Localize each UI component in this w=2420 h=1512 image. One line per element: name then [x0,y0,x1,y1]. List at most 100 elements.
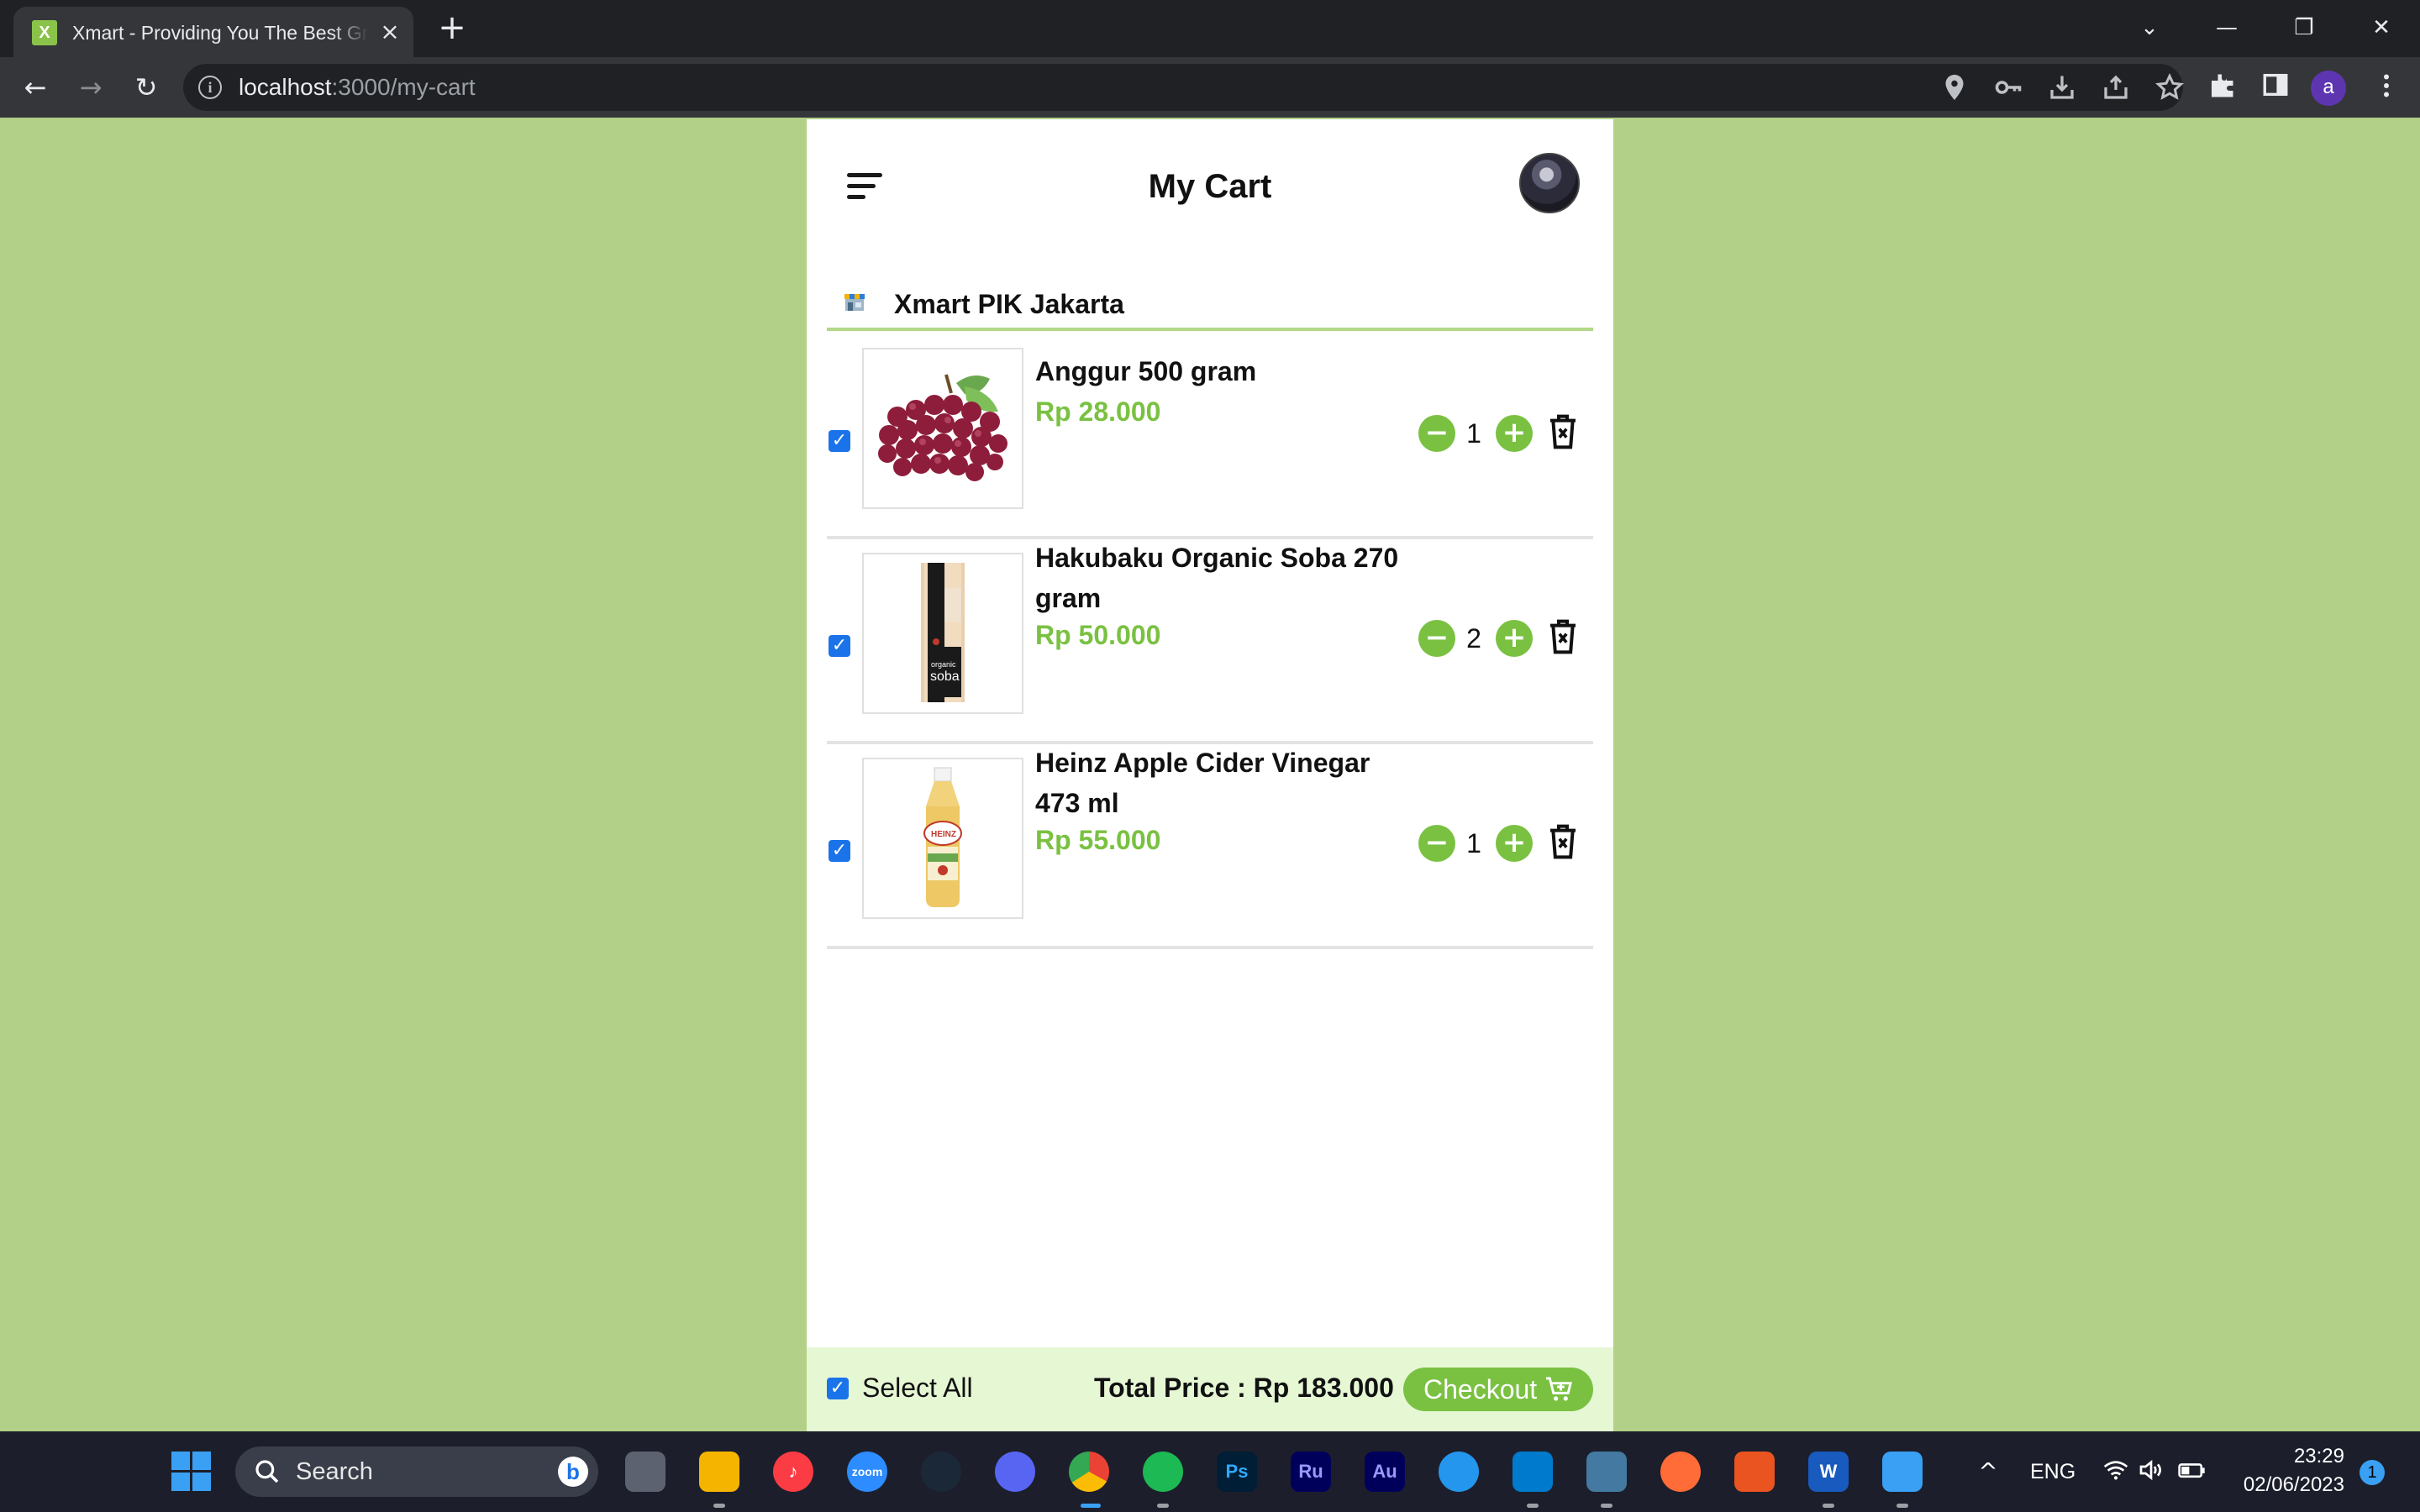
restore-button[interactable]: ❐ [2279,7,2329,49]
profile-avatar[interactable]: a [2311,71,2346,106]
item-name: Anggur 500 gram [1035,356,1257,386]
language-indicator[interactable]: ENG [2030,1457,2075,1487]
decrease-quantity-button[interactable]: − [1418,825,1455,862]
decrease-quantity-button[interactable]: − [1418,415,1455,452]
trash-icon[interactable] [1546,618,1580,655]
photos-icon[interactable] [1882,1452,1923,1492]
xmart-favicon-icon: X [32,20,57,45]
trash-icon[interactable] [1546,823,1580,860]
location-icon[interactable] [1939,72,1970,102]
volume-icon[interactable] [2136,1457,2166,1487]
select-all-checkbox[interactable]: ✓ [827,1378,849,1399]
increase-quantity-button[interactable]: + [1496,620,1533,657]
item-price: Rp 28.000 [1035,396,1161,427]
running-indicator [1897,1504,1908,1508]
item-price: Rp 50.000 [1035,620,1161,650]
taskbar: Search b ♪ zoom Ps Ru Au W ^ ENG 23:29 0… [0,1431,2420,1512]
cart-page: My Cart Xmart PIK Jakarta ✓ Anggur 500 g… [807,119,1613,1431]
extensions-icon[interactable] [2205,71,2238,104]
side-panel-icon[interactable] [2259,71,2292,104]
item-name: Heinz Apple Cider Vinegar 473 ml [1035,748,1370,818]
share-icon[interactable] [2101,72,2131,102]
item-name: Hakubaku Organic Soba 270 gram [1035,543,1399,613]
discord-icon[interactable] [995,1452,1035,1492]
word-icon[interactable]: W [1808,1452,1849,1492]
taskbar-search[interactable]: Search b [235,1446,598,1497]
product-image-grapes [862,348,1023,509]
browser-toolbar: ← → ↻ i localhost:3000/my-cart a [0,57,2420,118]
close-window-button[interactable]: ✕ [2356,7,2407,49]
address-bar[interactable]: i localhost:3000/my-cart [183,64,2185,111]
back-button[interactable]: ← [17,69,54,106]
key-icon[interactable] [1993,72,2023,102]
file-explorer-icon[interactable] [699,1452,739,1492]
svg-text:soba: soba [930,669,960,684]
store-name: Xmart PIK Jakarta [894,289,1124,319]
running-indicator [1601,1504,1612,1508]
url-text[interactable]: localhost:3000/my-cart [239,72,476,102]
audition-icon[interactable]: Au [1365,1452,1405,1492]
item-checkbox[interactable]: ✓ [829,635,850,657]
forward-button[interactable]: → [72,69,109,106]
windows-start-icon[interactable] [171,1452,212,1492]
clock-date[interactable]: 02/06/2023 [2227,1472,2344,1499]
bing-icon[interactable]: b [558,1457,588,1487]
steam-icon[interactable] [921,1452,961,1492]
quantity-value: 1 [1466,828,1481,858]
cart-item: ✓ organic soba Hakubaku Organic Soba 270… [827,539,1593,744]
notification-badge[interactable]: 1 [2360,1460,2385,1485]
battery-icon[interactable] [2176,1457,2207,1487]
active-indicator [1081,1504,1101,1508]
tray-chevron-icon[interactable]: ^ [1973,1457,2003,1487]
itunes-icon[interactable]: ♪ [773,1452,813,1492]
wifi-icon[interactable] [2101,1457,2131,1487]
docker-icon[interactable] [1439,1452,1479,1492]
more-menu-icon[interactable] [2370,71,2403,104]
item-price: Rp 55.000 [1035,825,1161,855]
quantity-value: 2 [1466,623,1481,654]
item-checkbox[interactable]: ✓ [829,840,850,862]
cart-footer: ✓ Select All Total Price : Rp 183.000 Ch… [807,1347,1613,1431]
browser-tab-bar: X Xmart - Providing You The Best Groceri… [0,0,2420,57]
checkout-label: Checkout [1423,1374,1538,1404]
cart-item: ✓ Anggur 500 gram Rp 28.000 − 1 + [827,334,1593,539]
user-avatar[interactable] [1519,153,1580,213]
store-icon [844,294,865,311]
trash-icon[interactable] [1546,413,1580,450]
tab-search-dropdown-icon[interactable]: ⌄ [2124,7,2175,49]
spotify-icon[interactable] [1143,1452,1183,1492]
photoshop-icon[interactable]: Ps [1217,1452,1257,1492]
task-view-icon[interactable] [625,1452,666,1492]
vscode-icon[interactable] [1512,1452,1553,1492]
search-icon [254,1458,281,1485]
select-all-label[interactable]: Select All [862,1371,973,1404]
site-info-icon[interactable]: i [198,76,222,99]
premiere-rush-icon[interactable]: Ru [1291,1452,1331,1492]
svg-text:organic: organic [931,660,956,669]
mysql-workbench-icon[interactable] [1586,1452,1627,1492]
chrome-icon[interactable] [1069,1452,1109,1492]
url-path: :3000/my-cart [331,74,476,100]
running-indicator [1527,1504,1539,1508]
zoom-icon[interactable]: zoom [847,1452,887,1492]
tab-close-icon[interactable]: × [376,18,403,45]
decrease-quantity-button[interactable]: − [1418,620,1455,657]
install-icon[interactable] [2047,72,2077,102]
reload-button[interactable]: ↻ [128,69,165,106]
cart-plus-icon [1546,1377,1572,1401]
browser-tab[interactable]: X Xmart - Providing You The Best Groceri… [13,7,413,57]
store-header: Xmart PIK Jakarta [827,287,1593,331]
increase-quantity-button[interactable]: + [1496,415,1533,452]
postman-icon[interactable] [1660,1452,1701,1492]
new-tab-button[interactable]: + [435,11,469,45]
minimize-button[interactable]: — [2202,7,2252,49]
clock-time[interactable]: 23:29 [2235,1443,2344,1470]
star-icon[interactable] [2154,72,2185,102]
checkout-button[interactable]: Checkout [1403,1368,1593,1411]
total-price: Total Price : Rp 183.000 [1094,1373,1394,1403]
product-image-vinegar: HEINZ [862,758,1023,919]
ubuntu-icon[interactable] [1734,1452,1775,1492]
running-indicator [713,1504,725,1508]
item-checkbox[interactable]: ✓ [829,430,850,452]
increase-quantity-button[interactable]: + [1496,825,1533,862]
